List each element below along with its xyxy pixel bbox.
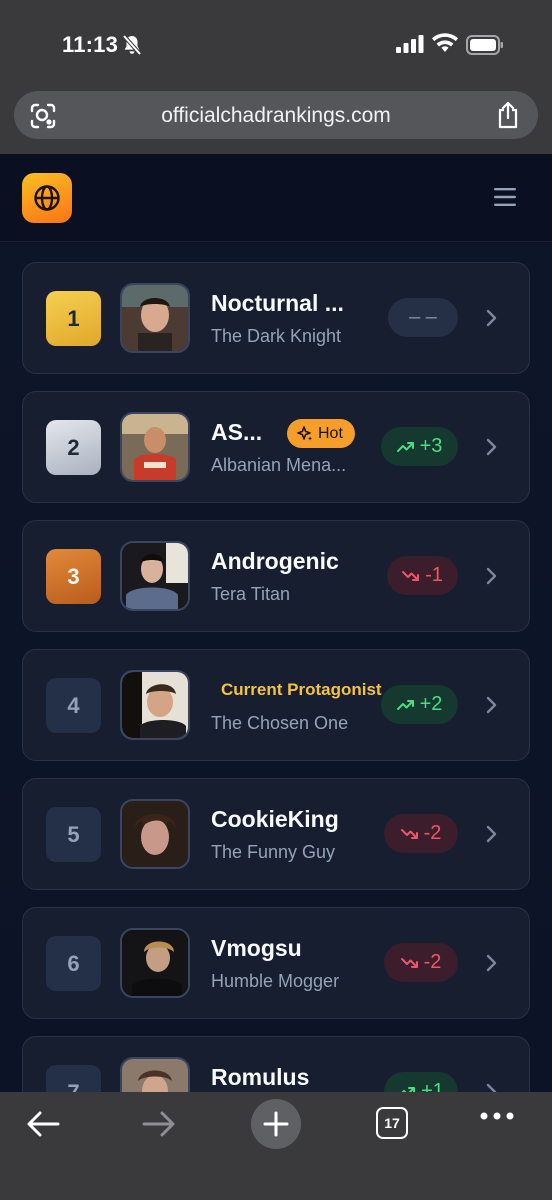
- new-tab-button[interactable]: [251, 1099, 301, 1149]
- rank-change-value: -2: [423, 951, 442, 973]
- user-name: Romulus: [211, 1064, 310, 1090]
- status-bar: 11:13: [0, 0, 552, 88]
- hot-badge: Hot: [287, 419, 355, 448]
- back-arrow-icon[interactable]: [26, 1111, 60, 1137]
- user-name: Nocturnal ...: [211, 290, 344, 316]
- user-title: The Chosen One: [211, 713, 349, 733]
- rank-change: -2: [384, 814, 458, 853]
- rank-badge: 5: [46, 807, 101, 862]
- rank-change-value: +2: [419, 693, 443, 715]
- chevron-right-icon: [486, 1083, 497, 1092]
- user-title: The Dark Knight: [211, 326, 342, 346]
- rank-badge: 3: [46, 549, 101, 604]
- rankings-list: 1 Nocturnal ... The Dark Knight – – 2 AS…: [0, 243, 552, 1092]
- user-name: Current Protagonist: [221, 680, 382, 699]
- user-title: Humble Mogger: [211, 971, 340, 991]
- logo[interactable]: [22, 173, 72, 223]
- avatar: [120, 1057, 190, 1092]
- user-title: Albanian Mena...: [211, 455, 347, 475]
- chevron-right-icon: [486, 309, 497, 327]
- trend-down-icon: [402, 570, 420, 581]
- chevron-right-icon: [486, 438, 497, 456]
- ranking-card[interactable]: 5 CookieKing The Funny Guy -2: [22, 778, 530, 890]
- app-header: [0, 154, 552, 242]
- browser-address-area: officialchadrankings.com: [0, 88, 552, 154]
- avatar: [120, 928, 190, 998]
- battery-icon: [466, 35, 503, 55]
- rank-change-value: +1: [421, 1080, 444, 1092]
- plus-icon: [263, 1111, 289, 1137]
- share-icon[interactable]: [496, 101, 520, 129]
- user-title: The Funny Guy: [211, 842, 336, 862]
- menu-icon[interactable]: [494, 188, 516, 206]
- rank-badge: 1: [46, 291, 101, 346]
- ranking-card[interactable]: 1 Nocturnal ... The Dark Knight – –: [22, 262, 530, 374]
- chevron-right-icon: [486, 954, 497, 972]
- trend-up-icon: [396, 441, 414, 452]
- rank-change-value: -1: [425, 564, 443, 586]
- user-name: CookieKing: [211, 806, 339, 832]
- trend-down-icon: [400, 957, 418, 968]
- avatar: [120, 541, 190, 611]
- signal-icon: [396, 35, 424, 53]
- bell-off-icon: [122, 34, 142, 56]
- forward-arrow-icon[interactable]: [142, 1111, 176, 1137]
- wifi-icon: [432, 33, 458, 52]
- ranking-card[interactable]: 7 Romulus +1: [22, 1036, 530, 1092]
- user-title: Tera Titan: [211, 584, 291, 604]
- address-bar[interactable]: officialchadrankings.com: [14, 91, 538, 139]
- ranking-card[interactable]: 3 Androgenic Tera Titan -1: [22, 520, 530, 632]
- chevron-right-icon: [486, 567, 497, 585]
- more-icon[interactable]: [480, 1112, 514, 1120]
- user-name: AS...: [211, 419, 263, 445]
- trend-down-icon: [400, 828, 418, 839]
- globe-icon: [34, 185, 60, 211]
- ranking-card[interactable]: 4 Current Protagonist The Chosen One +2: [22, 649, 530, 761]
- rank-change: +1: [384, 1072, 458, 1092]
- rank-change: -2: [384, 943, 458, 982]
- chevron-right-icon: [486, 696, 497, 714]
- chevron-right-icon: [486, 825, 497, 843]
- avatar: [120, 670, 190, 740]
- avatar: [120, 283, 190, 353]
- rank-badge: 6: [46, 936, 101, 991]
- rank-change: +2: [381, 685, 458, 724]
- sparkle-icon: [297, 425, 312, 440]
- avatar: [120, 412, 190, 482]
- rank-badge: 7: [46, 1065, 101, 1092]
- user-name: Vmogsu: [211, 935, 302, 961]
- rank-change: +3: [381, 427, 458, 466]
- ranking-card[interactable]: 6 Vmogsu Humble Mogger -2: [22, 907, 530, 1019]
- rank-change: – –: [388, 298, 458, 337]
- rank-badge: 2: [46, 420, 101, 475]
- tab-switcher-button[interactable]: 17: [376, 1107, 408, 1139]
- hot-badge-label: Hot: [318, 424, 343, 442]
- trend-up-icon: [396, 699, 414, 710]
- avatar: [120, 799, 190, 869]
- ranking-card[interactable]: 2 AS... Hot Albanian Mena... +3: [22, 391, 530, 503]
- rank-change-value: +3: [419, 435, 443, 457]
- browser-toolbar: 17: [0, 1092, 552, 1200]
- user-name: Androgenic: [211, 548, 339, 574]
- status-time: 11:13: [62, 32, 119, 57]
- rank-change-value: -2: [423, 822, 442, 844]
- rank-badge: 4: [46, 678, 101, 733]
- rank-change: -1: [387, 556, 458, 595]
- url-text[interactable]: officialchadrankings.com: [14, 104, 538, 128]
